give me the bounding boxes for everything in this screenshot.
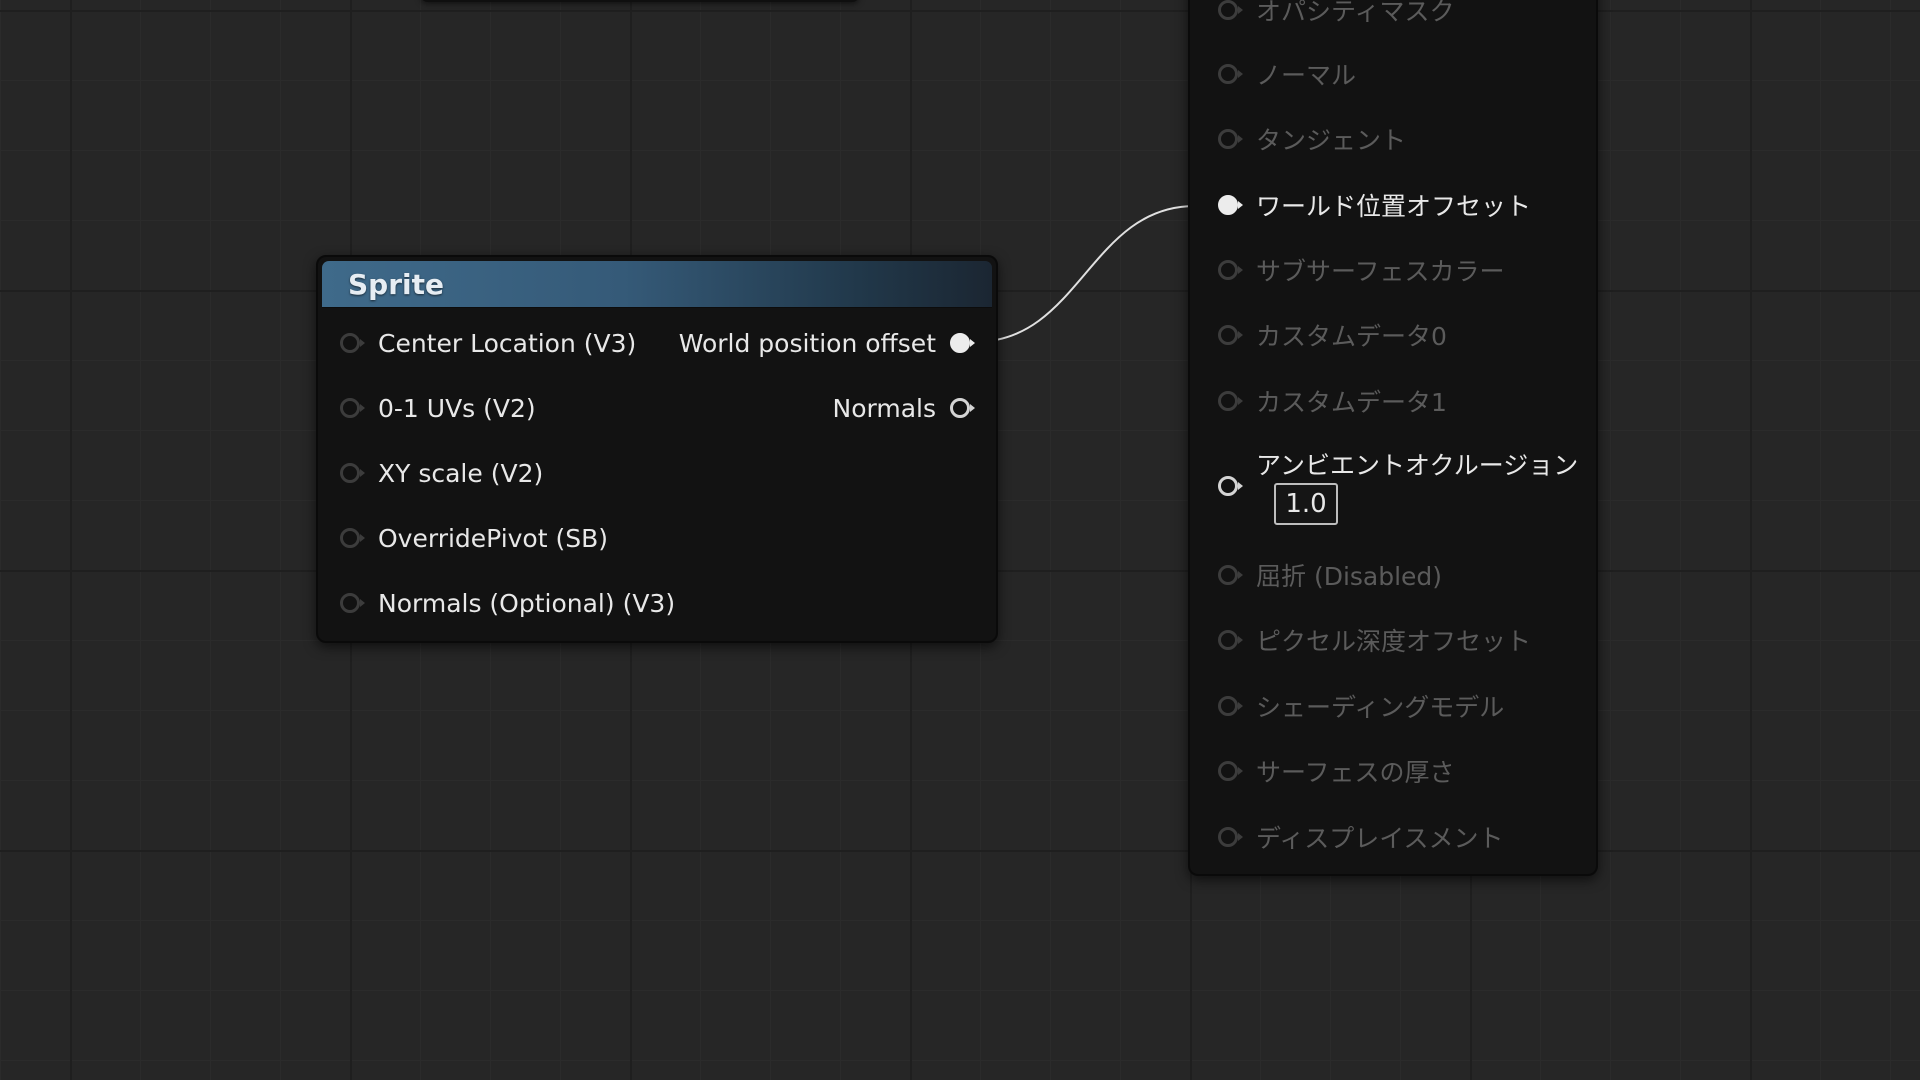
pin-circle-icon[interactable] bbox=[1218, 129, 1243, 149]
pin-label: ノーマル bbox=[1256, 61, 1357, 90]
sprite-node[interactable]: Sprite Center Location (V3) 0-1 UVs (V2)… bbox=[316, 255, 998, 643]
pin-connected-icon[interactable] bbox=[950, 333, 975, 353]
pin-label: オパシティマスク bbox=[1256, 0, 1455, 26]
pin-label: ワールド位置オフセット bbox=[1256, 192, 1532, 221]
sprite-input-center-location: Center Location (V3) bbox=[340, 323, 636, 363]
ambient-occlusion-value-input[interactable]: 1.0 bbox=[1274, 483, 1338, 525]
material-input-normal: ノーマル bbox=[1218, 54, 1356, 94]
pin-circle-icon[interactable] bbox=[1218, 260, 1243, 280]
pin-circle-icon[interactable] bbox=[1218, 696, 1243, 716]
pin-circle-icon[interactable] bbox=[340, 463, 365, 483]
material-input-world-position-offset: ワールド位置オフセット bbox=[1218, 185, 1531, 225]
pin-label: カスタムデータ0 bbox=[1256, 322, 1447, 351]
material-input-pixel-depth-offset: ピクセル深度オフセット bbox=[1218, 620, 1531, 660]
pin-circle-icon[interactable] bbox=[1218, 476, 1243, 496]
material-input-surface-thickness: サーフェスの厚さ bbox=[1218, 751, 1455, 791]
pin-circle-icon[interactable] bbox=[340, 528, 365, 548]
pin-label: サブサーフェスカラー bbox=[1256, 257, 1505, 286]
pin-circle-icon[interactable] bbox=[1218, 325, 1243, 345]
sprite-output-world-position-offset: World position offset bbox=[678, 323, 975, 363]
pin-label: XY scale (V2) bbox=[378, 458, 544, 488]
material-input-shading-model: シェーディングモデル bbox=[1218, 686, 1504, 726]
pin-label: カスタムデータ1 bbox=[1256, 388, 1447, 417]
pin-circle-icon[interactable] bbox=[1218, 391, 1243, 411]
material-input-displacement: ディスプレイスメント bbox=[1218, 817, 1504, 857]
material-input-custom-data-0: カスタムデータ0 bbox=[1218, 315, 1447, 355]
sprite-input-xy-scale: XY scale (V2) bbox=[340, 453, 543, 493]
pin-circle-icon[interactable] bbox=[340, 593, 365, 613]
material-input-opacity-mask: オパシティマスク bbox=[1218, 0, 1455, 30]
pin-circle-icon[interactable] bbox=[340, 333, 365, 353]
graph-canvas[interactable]: Sprite Center Location (V3) 0-1 UVs (V2)… bbox=[0, 0, 1920, 1080]
material-input-refraction: 屈折 (Disabled) bbox=[1218, 555, 1442, 595]
connection-wire[interactable] bbox=[974, 205, 1196, 343]
material-input-ambient-occlusion: アンビエントオクルージョン bbox=[1218, 451, 1578, 506]
material-input-tangent: タンジェント bbox=[1218, 119, 1406, 159]
pin-label: ピクセル深度オフセット bbox=[1256, 627, 1532, 656]
sprite-output-normals: Normals bbox=[832, 388, 975, 428]
pin-label: OverridePivot (SB) bbox=[378, 523, 609, 553]
pin-label: アンビエントオクルージョン bbox=[1256, 451, 1579, 480]
pin-label: ディスプレイスメント bbox=[1256, 824, 1504, 853]
pin-circle-icon[interactable] bbox=[340, 398, 365, 418]
pin-label: サーフェスの厚さ bbox=[1256, 758, 1455, 787]
sprite-input-uvs: 0-1 UVs (V2) bbox=[340, 388, 536, 428]
offscreen-node-edge[interactable] bbox=[420, 0, 860, 2]
material-result-node[interactable]: オパシティマスク ノーマル タンジェント ワールド位置オフセット サブサーフェス… bbox=[1188, 0, 1598, 876]
pin-circle-icon[interactable] bbox=[1218, 761, 1243, 781]
pin-label: 屈折 (Disabled) bbox=[1256, 562, 1443, 591]
material-input-subsurface-color: サブサーフェスカラー bbox=[1218, 250, 1505, 290]
material-input-custom-data-1: カスタムデータ1 bbox=[1218, 381, 1447, 421]
pin-label: シェーディングモデル bbox=[1256, 693, 1505, 722]
sprite-node-header[interactable]: Sprite bbox=[322, 261, 992, 308]
pin-circle-icon[interactable] bbox=[1218, 827, 1243, 847]
sprite-node-title: Sprite bbox=[348, 268, 444, 301]
pin-circle-icon[interactable] bbox=[1218, 565, 1243, 585]
sprite-input-override-pivot: OverridePivot (SB) bbox=[340, 518, 608, 558]
pin-label: Normals bbox=[832, 393, 936, 423]
sprite-input-normals-optional: Normals (Optional) (V3) bbox=[340, 583, 675, 623]
pin-label: タンジェント bbox=[1256, 126, 1407, 155]
pin-circle-icon[interactable] bbox=[950, 398, 975, 418]
pin-label: Center Location (V3) bbox=[378, 328, 637, 358]
pin-label: 0-1 UVs (V2) bbox=[378, 393, 536, 423]
pin-circle-icon[interactable] bbox=[1218, 64, 1243, 84]
pin-label: World position offset bbox=[678, 328, 936, 358]
pin-label: Normals (Optional) (V3) bbox=[378, 588, 676, 618]
pin-circle-icon[interactable] bbox=[1218, 630, 1243, 650]
pin-circle-icon[interactable] bbox=[1218, 0, 1243, 20]
pin-connected-icon[interactable] bbox=[1218, 195, 1243, 215]
